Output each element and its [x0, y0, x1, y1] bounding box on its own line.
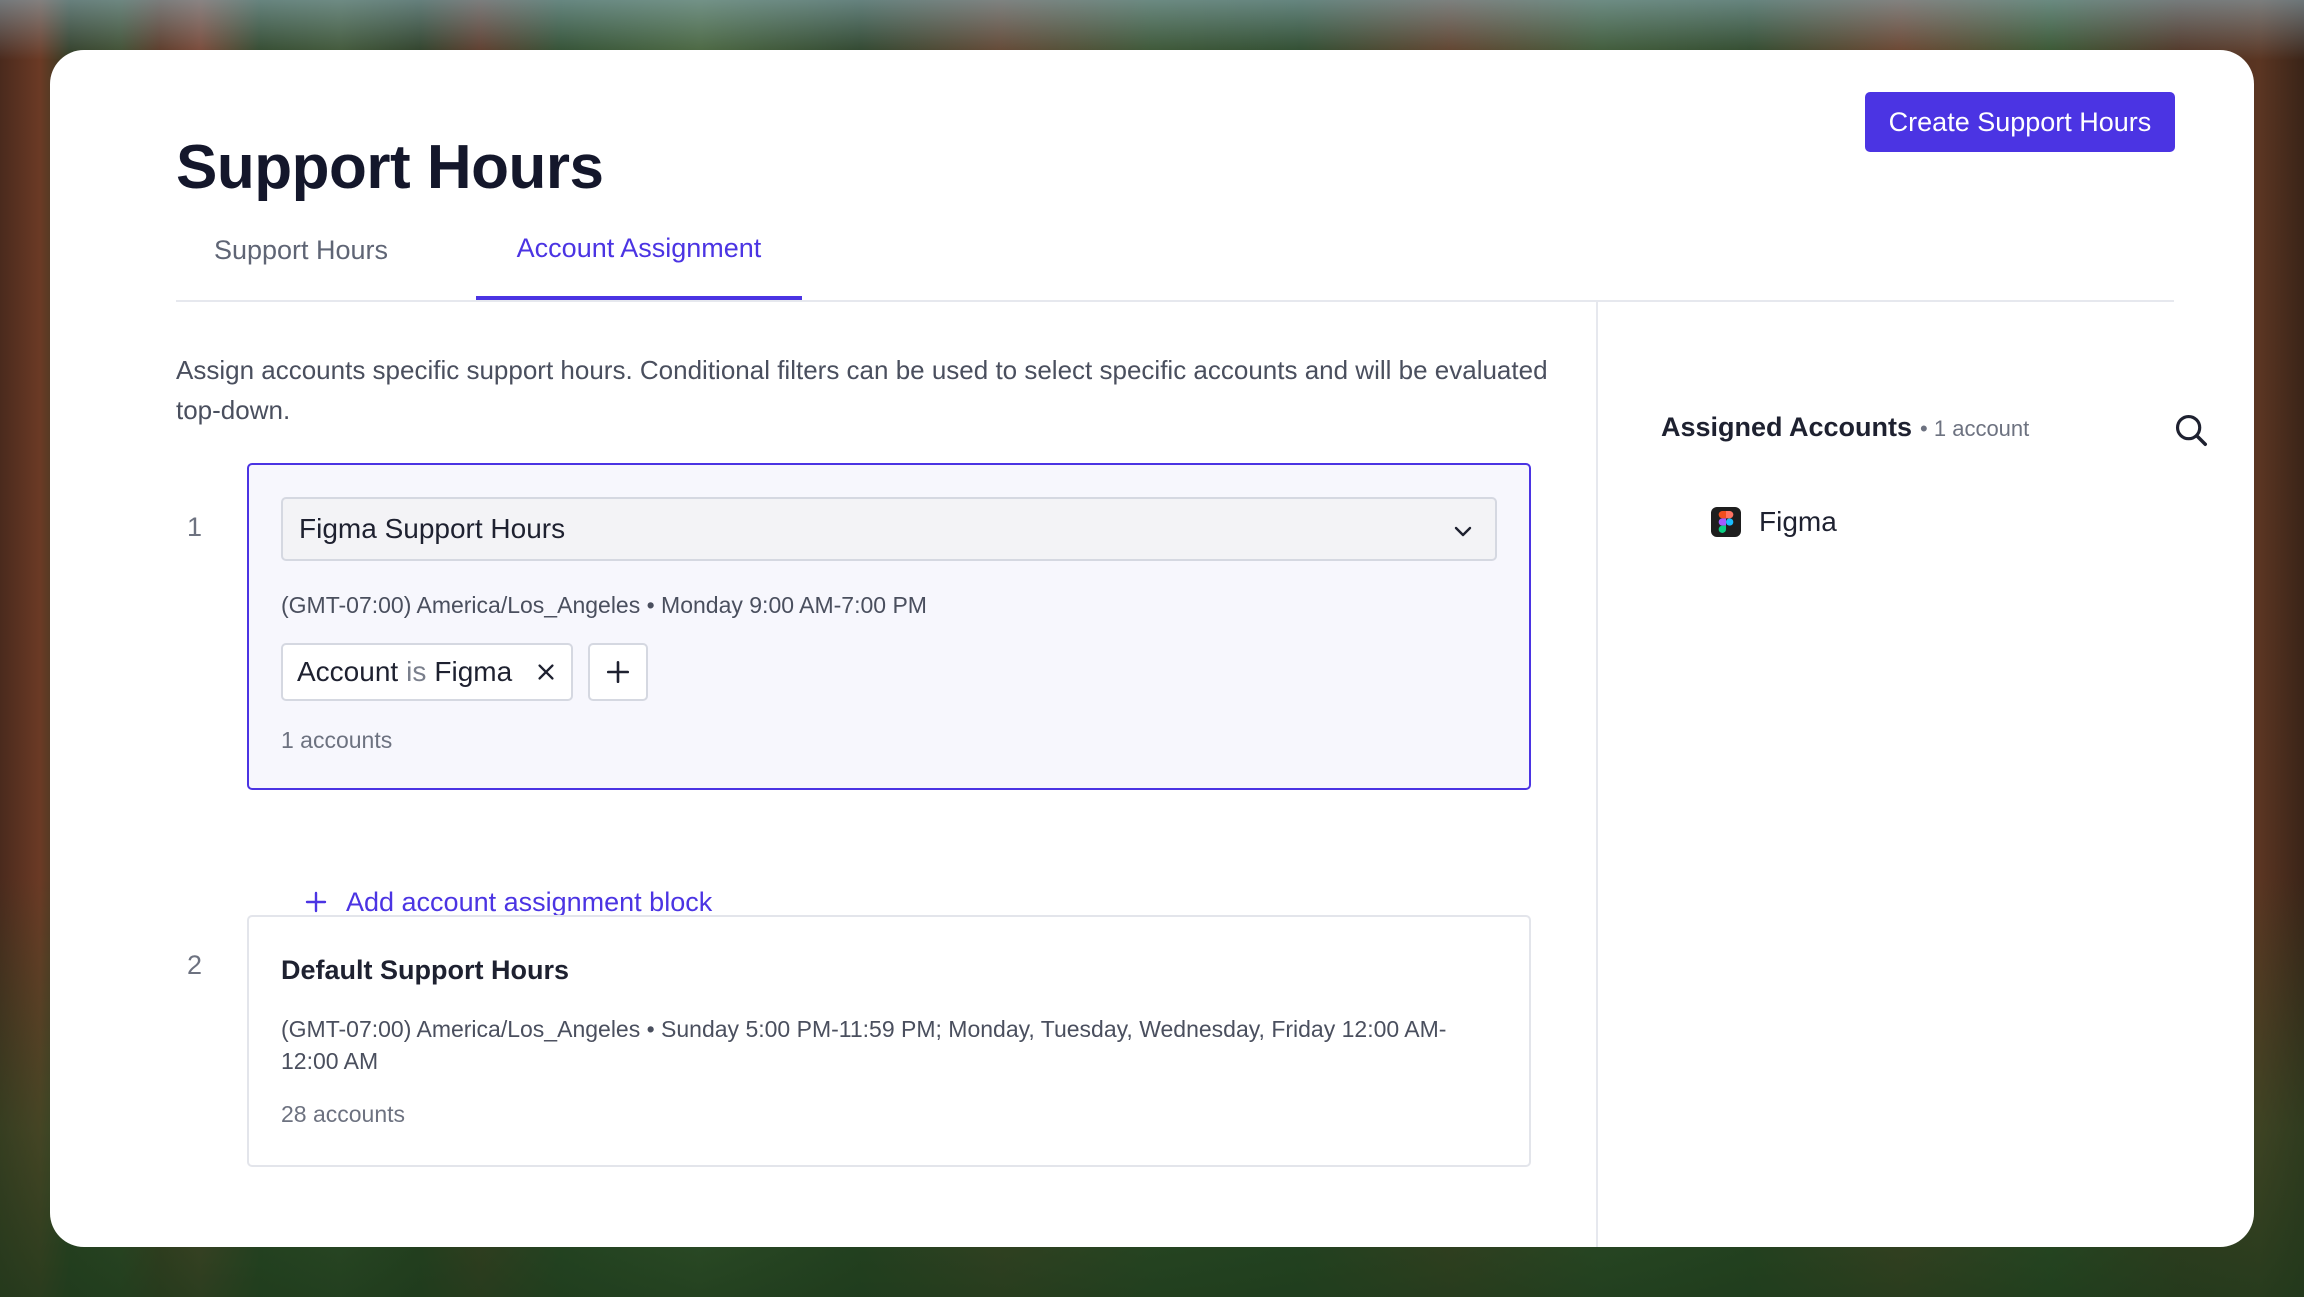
- create-support-hours-button[interactable]: Create Support Hours: [1865, 92, 2175, 152]
- filter-field: Account: [297, 656, 399, 687]
- assigned-accounts-count: • 1 account: [1920, 416, 2030, 441]
- assignment-description: Assign accounts specific support hours. …: [176, 355, 1548, 425]
- tab-bar: Support Hours Account Assignment: [176, 200, 2174, 300]
- filter-pill[interactable]: Account is Figma: [281, 643, 573, 701]
- plus-icon: [606, 660, 630, 684]
- filter-value: Figma: [434, 656, 513, 687]
- filter-operator: is: [406, 656, 427, 687]
- add-assignment-block-label: Add account assignment block: [346, 886, 713, 917]
- assigned-account-name: Figma: [1759, 506, 1837, 537]
- default-hours-title: Default Support Hours: [281, 955, 569, 985]
- tab-support-hours[interactable]: Support Hours: [176, 200, 426, 300]
- chevron-down-icon: [1454, 526, 1472, 537]
- plus-icon: [305, 891, 327, 913]
- schedule-text: (GMT-07:00) America/Los_Angeles • Sunday…: [281, 1016, 1447, 1074]
- search-icon[interactable]: [2172, 411, 2210, 449]
- tab-account-assignment[interactable]: Account Assignment: [476, 200, 802, 300]
- assignment-block-figma: Figma Support Hours (GMT-07:00) America/…: [247, 463, 1531, 790]
- assigned-account-item[interactable]: Figma: [1711, 506, 1837, 538]
- support-hours-panel: Support Hours Create Support Hours Suppo…: [50, 50, 2254, 1247]
- close-icon[interactable]: [535, 661, 557, 683]
- assigned-accounts-header: Assigned Accounts • 1 account: [1661, 412, 2029, 443]
- block-index: 1: [187, 512, 203, 542]
- add-filter-button[interactable]: [588, 643, 648, 701]
- accounts-count: 1 accounts: [281, 727, 393, 753]
- support-hours-select[interactable]: Figma Support Hours: [281, 497, 1497, 561]
- accounts-count: 28 accounts: [281, 1101, 406, 1127]
- support-hours-select-value: Figma Support Hours: [299, 513, 566, 544]
- block-index: 2: [187, 950, 203, 980]
- sidebar-divider: [1596, 302, 1598, 1247]
- tab-divider: [176, 300, 2174, 302]
- assignment-block-default: Default Support Hours (GMT-07:00) Americ…: [247, 915, 1531, 1167]
- figma-logo-icon: [1711, 507, 1741, 537]
- schedule-text: (GMT-07:00) America/Los_Angeles • Monday…: [281, 592, 927, 618]
- assigned-accounts-title: Assigned Accounts: [1661, 412, 1913, 442]
- page-title: Support Hours: [176, 133, 604, 202]
